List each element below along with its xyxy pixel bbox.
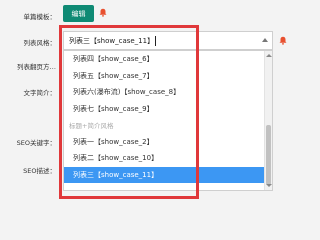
scrollbar-thumb[interactable] bbox=[266, 125, 271, 185]
seo-keywords-label: SEO关键字： bbox=[16, 139, 56, 147]
bell-icon bbox=[279, 36, 287, 45]
list-paging-label: 列表翻页方… bbox=[17, 63, 56, 71]
seo-description-label: SEO描述： bbox=[23, 167, 56, 175]
list-style-label: 列表风格： bbox=[23, 39, 57, 47]
scroll-up-icon[interactable] bbox=[266, 54, 272, 57]
bell-icon bbox=[99, 8, 107, 17]
annotation-highlight-box bbox=[59, 25, 199, 199]
dropdown-scrollbar[interactable] bbox=[264, 51, 272, 190]
single-template-label: 单篇模板： bbox=[23, 13, 57, 21]
edit-button[interactable]: 编辑 bbox=[63, 5, 94, 22]
scroll-down-icon[interactable] bbox=[266, 184, 272, 187]
chevron-up-icon[interactable] bbox=[262, 38, 268, 42]
text-intro-label: 文字简介： bbox=[23, 89, 57, 97]
